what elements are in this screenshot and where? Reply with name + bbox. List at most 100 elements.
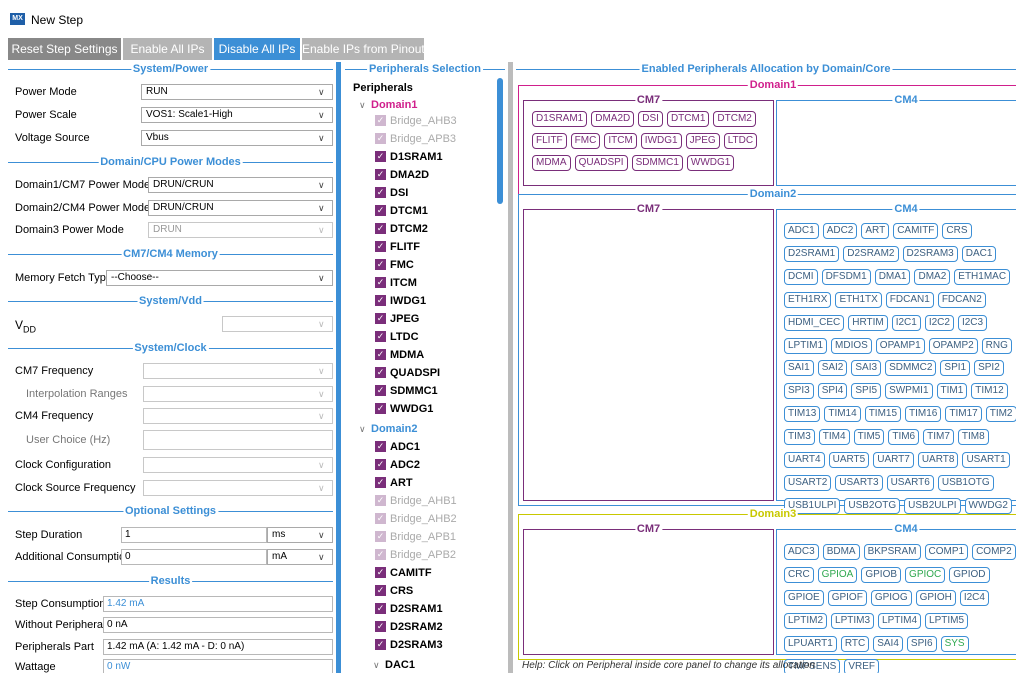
checkbox[interactable]: ✓ [375,258,386,270]
chip-tim4[interactable]: TIM4 [818,429,850,446]
chip-iwdg1[interactable]: IWDG1 [640,133,682,149]
tree-item-bridge_ahb3[interactable]: ✓ Bridge_AHB3 [375,114,457,133]
chip-usb2otg[interactable]: USB2OTG [844,497,901,514]
tree-item-d2sram2[interactable]: ✓ D2SRAM2 [375,620,443,639]
memory-fetch-select[interactable]: --Choose-- ∨ [106,270,333,286]
tree-item-dma2d[interactable]: ✓ DMA2D [375,168,429,187]
tree-item-art[interactable]: ✓ ART [375,476,413,495]
chip-crs[interactable]: CRS [942,223,972,239]
chip-usb2ulpi[interactable]: USB2ULPI [904,497,961,514]
checkbox[interactable]: ✓ [375,222,386,234]
chip-dcmi[interactable]: DCMI [784,268,818,285]
chip-i2c1[interactable]: I2C1 [891,314,921,331]
tree-item-d1sram1[interactable]: ✓ D1SRAM1 [375,150,443,169]
chip-tim8[interactable]: TIM8 [957,429,989,446]
chip-dma2[interactable]: DMA2 [914,268,951,285]
cm7-frequency-select[interactable]: ∨ [143,363,333,379]
tree-item-dsi[interactable]: ✓ DSI [375,186,408,205]
chip-gpiob[interactable]: GPIOB [861,567,902,583]
chip-rng[interactable]: RNG [981,337,1012,354]
chip-usart2[interactable]: USART2 [784,474,832,491]
chip-spi6[interactable]: SPI6 [906,636,937,652]
chip-tim12[interactable]: TIM12 [971,383,1008,400]
chip-ltdc[interactable]: LTDC [723,133,758,149]
tree-item-bridge_apb1[interactable]: ✓ Bridge_APB1 [375,530,456,549]
tree-item-quadspi[interactable]: ✓ QUADSPI [375,366,440,385]
chip-fdcan2[interactable]: FDCAN2 [937,291,986,308]
chip-lptim5[interactable]: LPTIM5 [925,613,969,629]
chip-spi2[interactable]: SPI2 [974,360,1004,377]
checkbox[interactable]: ✓ [375,150,386,162]
chip-tim16[interactable]: TIM16 [905,406,942,423]
chip-rtc[interactable]: RTC [840,636,870,652]
checkbox[interactable]: ✓ [375,512,386,524]
tree-item-d2sram1[interactable]: ✓ D2SRAM1 [375,602,443,621]
chip-uart5[interactable]: UART5 [828,452,870,468]
chip-d1sram1[interactable]: D1SRAM1 [532,111,588,127]
tree-item-wwdg1[interactable]: ✓ WWDG1 [375,402,433,421]
chip-fmc[interactable]: FMC [570,133,601,149]
chip-mdma[interactable]: MDMA [532,155,571,171]
chip-sdmmc1[interactable]: SDMMC1 [631,155,683,171]
checkbox[interactable]: ✓ [375,240,386,252]
chip-spi5[interactable]: SPI5 [851,383,882,400]
tree-item-dtcm2[interactable]: ✓ DTCM2 [375,222,428,241]
domain1-power-mode-select[interactable]: DRUN/CRUN ∨ [148,177,333,193]
chip-gpiog[interactable]: GPIOG [870,590,912,606]
chip-wwdg2[interactable]: WWDG2 [964,497,1012,514]
chip-sdmmc2[interactable]: SDMMC2 [885,360,937,377]
right-splitter[interactable] [508,62,513,673]
chip-opamp1[interactable]: OPAMP1 [875,337,925,354]
chip-gpiof[interactable]: GPIOF [827,590,867,606]
additional-consumption-input[interactable]: 0 [121,549,267,565]
chip-dsi[interactable]: DSI [638,111,663,127]
checkbox[interactable]: ✓ [375,402,386,414]
tree-item-ltdc[interactable]: ✓ LTDC [375,330,419,349]
tree-item-adc2[interactable]: ✓ ADC2 [375,458,420,477]
chip-tim2[interactable]: TIM2 [985,406,1016,423]
checkbox[interactable]: ✓ [375,602,386,614]
tree-item-bridge_apb3[interactable]: ✓ Bridge_APB3 [375,132,456,151]
chip-art[interactable]: ART [861,223,890,239]
checkbox[interactable]: ✓ [375,620,386,632]
chip-d2sram3[interactable]: D2SRAM3 [902,245,958,262]
tree-item-d2sram3[interactable]: ✓ D2SRAM3 [375,638,443,657]
chip-tim3[interactable]: TIM3 [784,429,815,446]
chip-uart4[interactable]: UART4 [784,452,825,468]
chip-adc3[interactable]: ADC3 [784,544,819,560]
cm4-frequency-select[interactable]: ∨ [143,408,333,424]
tree-dac1[interactable]: ∨ DAC1 [373,659,415,673]
chip-i2c4[interactable]: I2C4 [959,590,989,606]
chip-wwdg1[interactable]: WWDG1 [686,155,735,171]
user-choice-input[interactable] [143,430,333,450]
chip-opamp2[interactable]: OPAMP2 [928,337,978,354]
chip-comp2[interactable]: COMP2 [972,544,1016,560]
checkbox[interactable]: ✓ [375,186,386,198]
chip-bdma[interactable]: BDMA [822,544,860,560]
vdd-select[interactable]: ∨ [222,316,333,332]
chip-adc1[interactable]: ADC1 [784,223,819,239]
interpolation-ranges-select[interactable]: ∨ [143,386,333,402]
tree-domain2[interactable]: ∨ Domain2 [359,423,417,441]
voltage-source-select[interactable]: Vbus ∨ [141,130,333,146]
chip-d2sram2[interactable]: D2SRAM2 [843,245,899,262]
chip-gpiod[interactable]: GPIOD [949,567,990,583]
checkbox[interactable]: ✓ [375,294,386,306]
chip-comp1[interactable]: COMP1 [924,544,969,560]
checkbox[interactable]: ✓ [375,114,386,126]
domain2-power-mode-select[interactable]: DRUN/CRUN ∨ [148,200,333,216]
tree-item-bridge_apb2[interactable]: ✓ Bridge_APB2 [375,548,456,567]
power-scale-select[interactable]: VOS1: Scale1-High ∨ [141,107,333,123]
left-splitter[interactable] [336,62,341,673]
clock-source-frequency-select[interactable]: ∨ [143,480,333,496]
chip-d2sram1[interactable]: D2SRAM1 [784,245,840,262]
tree-item-crs[interactable]: ✓ CRS [375,584,413,603]
chip-sai1[interactable]: SAI1 [784,360,814,377]
chip-spi4[interactable]: SPI4 [817,383,848,400]
checkbox[interactable]: ✓ [375,348,386,360]
checkbox[interactable]: ✓ [375,476,386,488]
chip-usart3[interactable]: USART3 [835,474,883,491]
enable-ips-from-pinout-button[interactable]: Enable IPs from Pinout [302,38,425,60]
chip-dac1[interactable]: DAC1 [961,245,997,262]
chip-lptim2[interactable]: LPTIM2 [784,613,828,629]
